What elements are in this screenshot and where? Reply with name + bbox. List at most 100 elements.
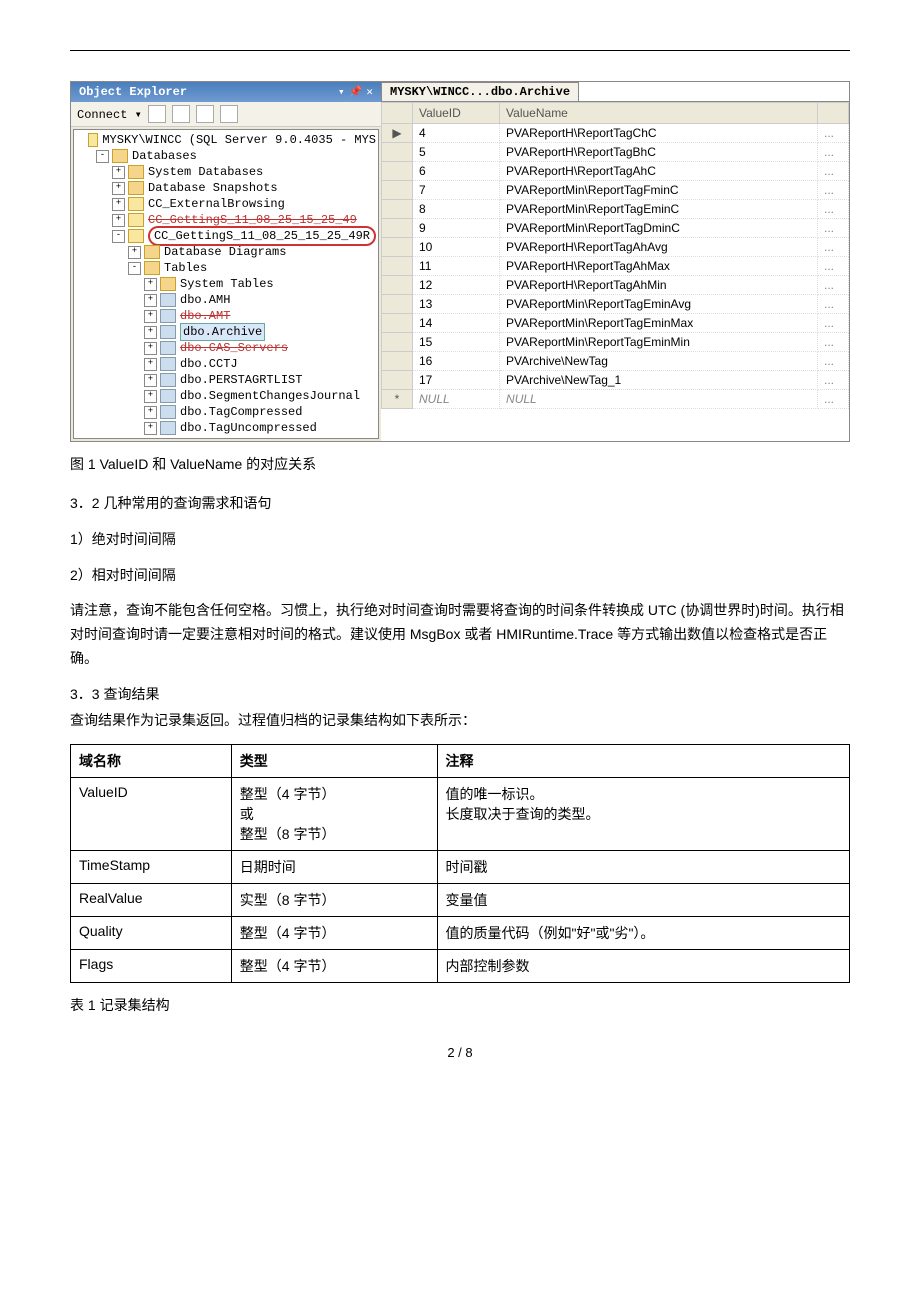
expand-toggle[interactable]: - — [112, 230, 125, 243]
cell-valuename[interactable]: PVAReportMin\ReportTagEminMax — [500, 314, 818, 333]
cell-valuename[interactable]: PVArchive\NewTag — [500, 352, 818, 371]
expand-toggle[interactable]: + — [144, 390, 157, 403]
cell-valueid[interactable]: 4 — [413, 124, 500, 143]
tree-node[interactable]: +System Databases — [76, 164, 376, 180]
cell-valuename[interactable]: PVAReportH\ReportTagAhC — [500, 162, 818, 181]
toolbar-icon-2[interactable] — [172, 105, 190, 123]
tree-node[interactable]: +System Tables — [76, 276, 376, 292]
expand-toggle[interactable]: + — [144, 294, 157, 307]
cell-valueid[interactable]: 10 — [413, 238, 500, 257]
cell-valuename[interactable]: PVAReportMin\ReportTagEminMin — [500, 333, 818, 352]
data-grid[interactable]: ValueIDValueName▶4PVAReportH\ReportTagCh… — [381, 101, 849, 409]
expand-toggle[interactable]: + — [144, 406, 157, 419]
grid-row[interactable]: 5PVAReportH\ReportTagBhC... — [382, 143, 849, 162]
object-explorer-tree[interactable]: MYSKY\WINCC (SQL Server 9.0.4035 - MYS-D… — [73, 129, 379, 439]
grid-row[interactable]: 16PVArchive\NewTag... — [382, 352, 849, 371]
tree-node[interactable]: +dbo.AMH — [76, 292, 376, 308]
cell-valueid[interactable]: 13 — [413, 295, 500, 314]
cell-valueid[interactable]: 5 — [413, 143, 500, 162]
grid-row[interactable]: 13PVAReportMin\ReportTagEminAvg... — [382, 295, 849, 314]
expand-toggle[interactable]: + — [144, 358, 157, 371]
tree-node[interactable]: +dbo.AMT — [76, 308, 376, 324]
result-table-cell: 值的唯一标识。长度取决于查询的类型。 — [437, 778, 849, 851]
expand-toggle[interactable]: - — [128, 262, 141, 275]
tree-node[interactable]: -Tables — [76, 260, 376, 276]
cell-more: ... — [818, 219, 849, 238]
grid-row[interactable]: ▶4PVAReportH\ReportTagChC... — [382, 124, 849, 143]
expand-toggle[interactable]: + — [144, 326, 157, 339]
pin-icon[interactable]: 📌 — [349, 85, 363, 99]
tree-node[interactable]: +dbo.PERSTAGRTLIST — [76, 372, 376, 388]
grid-row[interactable]: 7PVAReportMin\ReportTagFminC... — [382, 181, 849, 200]
tree-node[interactable]: +dbo.SegmentChangesJournal — [76, 388, 376, 404]
cell-valueid[interactable]: 7 — [413, 181, 500, 200]
expand-toggle[interactable]: - — [96, 150, 109, 163]
tree-node[interactable]: -CC_GettingS_11_08_25_15_25_49R — [76, 228, 376, 244]
tree-node[interactable]: +dbo.Archive — [76, 324, 376, 340]
expand-toggle[interactable]: + — [128, 246, 141, 259]
expand-toggle[interactable]: + — [144, 374, 157, 387]
tree-node[interactable]: +CC_ExternalBrowsing — [76, 196, 376, 212]
folder-icon — [112, 149, 128, 163]
grid-row[interactable]: 8PVAReportMin\ReportTagEminC... — [382, 200, 849, 219]
tree-node[interactable]: +dbo.CAS_Servers — [76, 340, 376, 356]
cell-valuename[interactable]: PVAReportH\ReportTagBhC — [500, 143, 818, 162]
cell-valueid[interactable]: 16 — [413, 352, 500, 371]
result-table-cell: RealValue — [71, 884, 232, 917]
cell-valueid[interactable]: 15 — [413, 333, 500, 352]
expand-toggle[interactable]: + — [112, 182, 125, 195]
tree-node[interactable]: +dbo.CCTJ — [76, 356, 376, 372]
grid-row[interactable]: 10PVAReportH\ReportTagAhAvg... — [382, 238, 849, 257]
expand-toggle[interactable]: + — [144, 422, 157, 435]
result-table-cell: ValueID — [71, 778, 232, 851]
connect-button[interactable]: Connect ▾ — [77, 107, 142, 122]
cell-valueid[interactable]: 9 — [413, 219, 500, 238]
grid-column-header[interactable]: ValueName — [500, 103, 818, 124]
data-tab[interactable]: MYSKY\WINCC...dbo.Archive — [381, 82, 579, 101]
expand-toggle[interactable]: + — [144, 342, 157, 355]
toolbar-icon-3[interactable] — [196, 105, 214, 123]
cell-valueid[interactable]: NULL — [413, 390, 500, 409]
cell-valuename[interactable]: PVAReportMin\ReportTagEminC — [500, 200, 818, 219]
tree-node[interactable]: +dbo.TagUncompressed — [76, 420, 376, 436]
cell-valuename[interactable]: PVAReportMin\ReportTagEminAvg — [500, 295, 818, 314]
cell-valueid[interactable]: 17 — [413, 371, 500, 390]
close-icon[interactable]: ✕ — [366, 85, 373, 99]
grid-row[interactable]: 15PVAReportMin\ReportTagEminMin... — [382, 333, 849, 352]
tree-node[interactable]: +Database Diagrams — [76, 244, 376, 260]
grid-row[interactable]: 9PVAReportMin\ReportTagDminC... — [382, 219, 849, 238]
grid-column-header[interactable]: ValueID — [413, 103, 500, 124]
expand-toggle[interactable]: + — [144, 310, 157, 323]
sql-screenshot: Object Explorer ▾ 📌 ✕ Connect ▾ MYSKY\WI… — [70, 81, 850, 442]
tree-node[interactable]: +Database Snapshots — [76, 180, 376, 196]
tree-node[interactable]: +dbo.TagCompressed — [76, 404, 376, 420]
cell-valuename[interactable]: PVAReportMin\ReportTagFminC — [500, 181, 818, 200]
expand-toggle[interactable]: + — [144, 278, 157, 291]
cell-valuename[interactable]: NULL — [500, 390, 818, 409]
grid-row[interactable]: 17PVArchive\NewTag_1... — [382, 371, 849, 390]
cell-valuename[interactable]: PVAReportMin\ReportTagDminC — [500, 219, 818, 238]
cell-valuename[interactable]: PVAReportH\ReportTagAhAvg — [500, 238, 818, 257]
cell-valuename[interactable]: PVArchive\NewTag_1 — [500, 371, 818, 390]
tree-node[interactable]: -Databases — [76, 148, 376, 164]
cell-valueid[interactable]: 11 — [413, 257, 500, 276]
expand-toggle[interactable]: + — [112, 214, 125, 227]
expand-toggle[interactable]: + — [112, 166, 125, 179]
dropdown-icon[interactable]: ▾ — [338, 85, 345, 99]
cell-valueid[interactable]: 8 — [413, 200, 500, 219]
cell-valuename[interactable]: PVAReportH\ReportTagAhMax — [500, 257, 818, 276]
grid-row[interactable]: *NULLNULL... — [382, 390, 849, 409]
grid-row[interactable]: 14PVAReportMin\ReportTagEminMax... — [382, 314, 849, 333]
cell-valueid[interactable]: 14 — [413, 314, 500, 333]
toolbar-icon-4[interactable] — [220, 105, 238, 123]
cell-valueid[interactable]: 12 — [413, 276, 500, 295]
expand-toggle[interactable]: + — [112, 198, 125, 211]
grid-row[interactable]: 12PVAReportH\ReportTagAhMin... — [382, 276, 849, 295]
cell-valuename[interactable]: PVAReportH\ReportTagChC — [500, 124, 818, 143]
toolbar-icon-1[interactable] — [148, 105, 166, 123]
cell-valuename[interactable]: PVAReportH\ReportTagAhMin — [500, 276, 818, 295]
cell-valueid[interactable]: 6 — [413, 162, 500, 181]
grid-row[interactable]: 6PVAReportH\ReportTagAhC... — [382, 162, 849, 181]
tree-node[interactable]: MYSKY\WINCC (SQL Server 9.0.4035 - MYS — [76, 132, 376, 148]
grid-row[interactable]: 11PVAReportH\ReportTagAhMax... — [382, 257, 849, 276]
